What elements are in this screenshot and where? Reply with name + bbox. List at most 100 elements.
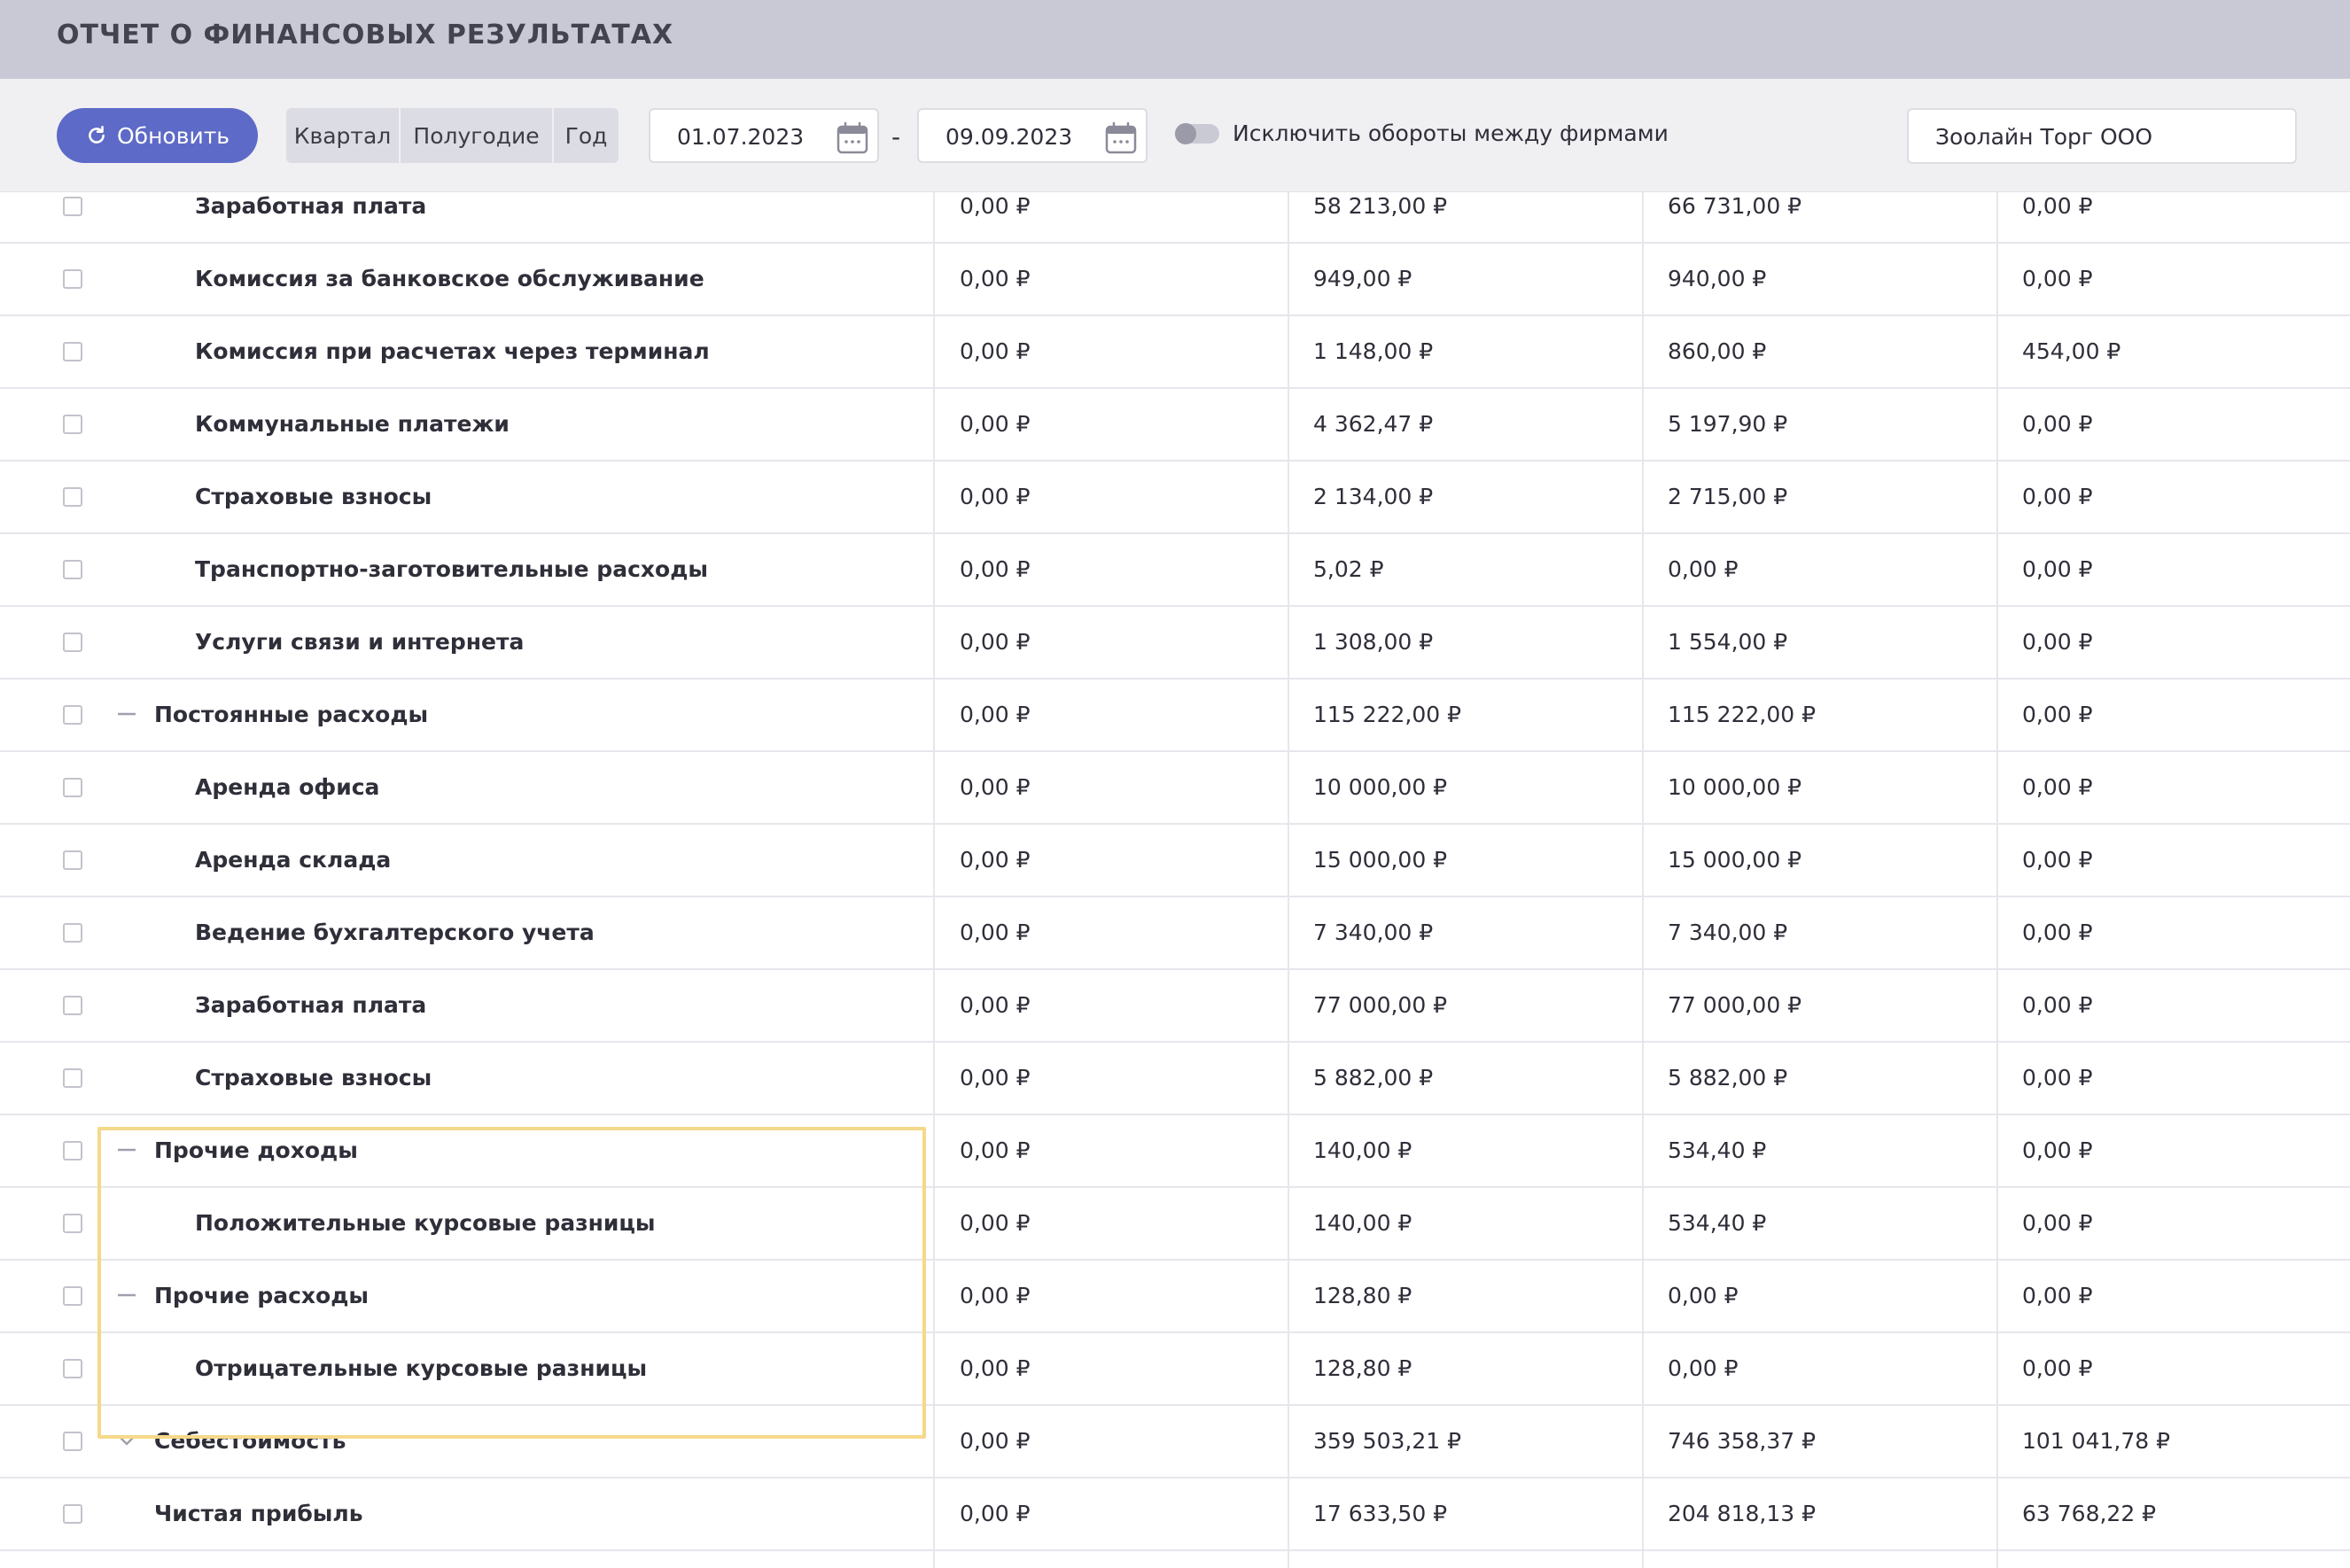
period-quarter-button[interactable]: Квартал xyxy=(286,108,399,163)
amount-cell: 0,00 ₽ xyxy=(2022,920,2093,945)
row-checkbox[interactable] xyxy=(63,778,82,797)
title-bar: ОТЧЕТ О ФИНАНСОВЫХ РЕЗУЛЬТАТАХ xyxy=(0,0,2350,79)
amount-cell: 0,00 ₽ xyxy=(960,193,1031,219)
amount-cell: 5 882,00 ₽ xyxy=(1313,1065,1434,1091)
amount-cell: 0,00 ₽ xyxy=(960,266,1031,291)
amount-cell: 1 308,00 ₽ xyxy=(1313,629,1434,655)
chevron-down-icon[interactable] xyxy=(115,1427,138,1454)
amount-cell: 2 715,00 ₽ xyxy=(1668,484,1788,509)
row-label: Аренда офиса xyxy=(195,774,380,800)
amount-cell: 0,00 ₽ xyxy=(960,629,1031,655)
amount-cell: 0,00 ₽ xyxy=(2022,193,2093,219)
row-checkbox[interactable] xyxy=(63,342,82,361)
calendar-icon[interactable] xyxy=(835,120,870,156)
amount-cell: 1 554,00 ₽ xyxy=(1668,629,1788,655)
row-checkbox[interactable] xyxy=(63,633,82,652)
amount-cell: 860,00 ₽ xyxy=(1668,338,1767,364)
amount-cell: 17 633,50 ₽ xyxy=(1313,1501,1448,1526)
row-label: Постоянные расходы xyxy=(154,702,429,727)
row-checkbox[interactable] xyxy=(63,996,82,1015)
row-label: Транспортно-заготовительные расходы xyxy=(195,556,708,582)
toggle-knob xyxy=(1175,123,1196,144)
amount-cell: 128,80 ₽ xyxy=(1313,1355,1412,1381)
amount-cell: 0,00 ₽ xyxy=(2022,411,2093,437)
amount-cell: 115 222,00 ₽ xyxy=(1313,702,1461,727)
amount-cell: 77 000,00 ₽ xyxy=(1668,992,1802,1018)
amount-cell: 66 731,00 ₽ xyxy=(1668,193,1802,219)
amount-cell: 7 340,00 ₽ xyxy=(1313,920,1434,945)
row-label: Отрицательные курсовые разницы xyxy=(195,1355,648,1381)
collapse-icon[interactable] xyxy=(115,701,138,727)
amount-cell: 0,00 ₽ xyxy=(960,556,1031,582)
amount-cell: 2 134,00 ₽ xyxy=(1313,484,1434,509)
row-checkbox[interactable] xyxy=(63,487,82,507)
amount-cell: 5 882,00 ₽ xyxy=(1668,1065,1788,1091)
amount-cell: 0,00 ₽ xyxy=(1668,1355,1739,1381)
column-divider xyxy=(1288,192,1289,1568)
amount-cell: 5,02 ₽ xyxy=(1313,556,1384,582)
row-label: Страховые взносы xyxy=(195,484,432,509)
amount-cell: 0,00 ₽ xyxy=(1668,556,1739,582)
amount-cell: 140,00 ₽ xyxy=(1313,1210,1412,1236)
row-label: Комиссия за банковское обслуживание xyxy=(195,266,704,291)
row-checkbox[interactable] xyxy=(63,923,82,943)
amount-cell: 140,00 ₽ xyxy=(1313,1137,1412,1163)
row-checkbox[interactable] xyxy=(63,1359,82,1378)
exclude-interfirm-toggle[interactable] xyxy=(1175,123,1219,144)
amount-cell: 359 503,21 ₽ xyxy=(1313,1428,1461,1454)
company-select[interactable]: Зоолайн Торг ООО xyxy=(1907,108,2297,164)
amount-cell: 0,00 ₽ xyxy=(960,920,1031,945)
amount-cell: 534,40 ₽ xyxy=(1668,1137,1767,1163)
collapse-icon[interactable] xyxy=(115,1137,138,1163)
amount-cell: 534,40 ₽ xyxy=(1668,1210,1767,1236)
row-checkbox[interactable] xyxy=(63,560,82,579)
row-checkbox[interactable] xyxy=(63,1141,82,1160)
row-label: Услуги связи и интернета xyxy=(195,629,525,655)
row-label: Прочие расходы xyxy=(154,1283,370,1308)
calendar-icon[interactable] xyxy=(1103,120,1139,156)
amount-cell: 0,00 ₽ xyxy=(960,1428,1031,1454)
row-checkbox[interactable] xyxy=(63,1286,82,1306)
amount-cell: 63 768,22 ₽ xyxy=(2022,1501,2157,1526)
amount-cell: 58 213,00 ₽ xyxy=(1313,193,1448,219)
row-checkbox[interactable] xyxy=(63,1504,82,1524)
date-range-separator: - xyxy=(891,122,901,151)
exclude-interfirm-label: Исключить обороты между фирмами xyxy=(1233,120,1669,146)
amount-cell: 204 818,13 ₽ xyxy=(1668,1501,1816,1526)
period-year-button[interactable]: Год xyxy=(554,108,619,163)
collapse-icon[interactable] xyxy=(115,1282,138,1308)
amount-cell: 0,00 ₽ xyxy=(960,1355,1031,1381)
page-title: ОТЧЕТ О ФИНАНСОВЫХ РЕЗУЛЬТАТАХ xyxy=(57,19,674,50)
date-to-value: 09.09.2023 xyxy=(945,124,1073,150)
row-label: Коммунальные платежи xyxy=(195,411,510,437)
row-checkbox[interactable] xyxy=(63,850,82,870)
refresh-button[interactable]: Обновить xyxy=(57,108,258,163)
row-label: Себестоимость xyxy=(154,1428,346,1454)
amount-cell: 0,00 ₽ xyxy=(960,702,1031,727)
amount-cell: 0,00 ₽ xyxy=(2022,702,2093,727)
row-checkbox[interactable] xyxy=(63,415,82,434)
column-divider xyxy=(1642,192,1644,1568)
amount-cell: 0,00 ₽ xyxy=(960,847,1031,873)
amount-cell: 0,00 ₽ xyxy=(2022,484,2093,509)
row-checkbox[interactable] xyxy=(63,269,82,289)
row-checkbox[interactable] xyxy=(63,705,82,725)
period-halfyear-button[interactable]: Полугодие xyxy=(401,108,552,163)
row-label: Комиссия при расчетах через терминал xyxy=(195,338,710,364)
amount-cell: 0,00 ₽ xyxy=(2022,629,2093,655)
amount-cell: 77 000,00 ₽ xyxy=(1313,992,1448,1018)
amount-cell: 5 197,90 ₽ xyxy=(1668,411,1788,437)
amount-cell: 7 340,00 ₽ xyxy=(1668,920,1788,945)
amount-cell: 0,00 ₽ xyxy=(2022,1283,2093,1308)
amount-cell: 0,00 ₽ xyxy=(1668,1283,1739,1308)
amount-cell: 0,00 ₽ xyxy=(2022,1137,2093,1163)
amount-cell: 0,00 ₽ xyxy=(960,1065,1031,1091)
row-checkbox[interactable] xyxy=(63,1068,82,1088)
row-checkbox[interactable] xyxy=(63,1214,82,1233)
date-from-field[interactable]: 01.07.2023 xyxy=(649,108,879,163)
date-to-field[interactable]: 09.09.2023 xyxy=(917,108,1148,163)
column-divider xyxy=(933,192,935,1568)
row-checkbox[interactable] xyxy=(63,1432,82,1451)
amount-cell: 0,00 ₽ xyxy=(2022,1355,2093,1381)
row-checkbox[interactable] xyxy=(63,197,82,216)
